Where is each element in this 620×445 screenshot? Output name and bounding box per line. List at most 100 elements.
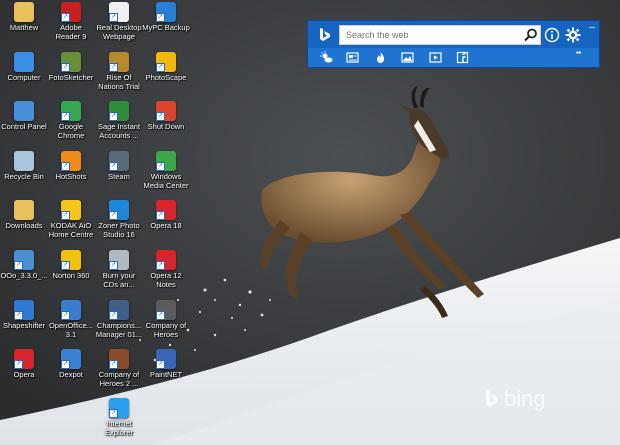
desktop-icon[interactable]: ↗Champions... Manager 01... <box>95 298 143 344</box>
steam-icon: ↗ <box>109 151 129 171</box>
desktop-icon[interactable]: ↗Shut Down <box>142 99 190 145</box>
shortcut-arrow-icon: ↗ <box>61 211 70 220</box>
desktop-icon[interactable]: ↗Adobe Reader 9 <box>47 0 95 46</box>
desktop-icon[interactable]: ↗MyPC Backup <box>142 0 190 46</box>
desktop-icon[interactable]: ↗KODAK AiO Home Centre <box>47 198 95 244</box>
bing-watermark-logo-icon <box>484 388 500 412</box>
desktop-icon[interactable]: ↗Shapeshifter <box>0 298 48 344</box>
shortcut-arrow-icon: ↗ <box>14 360 23 369</box>
gear-icon[interactable] <box>565 27 581 43</box>
desktop-icon[interactable]: ↗Dexpot <box>47 347 95 393</box>
videos-icon[interactable] <box>429 51 442 64</box>
shortcut-arrow-icon: ↗ <box>156 13 165 22</box>
shortcut-arrow-icon: ↗ <box>156 63 165 72</box>
desktop-icon-label: Dexpot <box>47 370 95 379</box>
shortcut-arrow-icon: ↗ <box>61 311 70 320</box>
zoner-icon: ↗ <box>109 200 129 220</box>
openoffice-icon: ↗ <box>61 300 81 320</box>
desktop-icon-label: KODAK AiO Home Centre <box>47 221 95 239</box>
info-icon[interactable] <box>544 27 560 43</box>
desktop-icon[interactable]: ↗Zoner Photo Studio 16 <box>95 198 143 244</box>
desktop-icon-label: Rise Of Nations Trial <box>95 73 143 91</box>
computer-icon <box>14 52 34 72</box>
shortcut-arrow-icon: ↗ <box>109 13 118 22</box>
adobe-reader-icon: ↗ <box>61 2 81 22</box>
desktop-icon-label: Matthew <box>0 23 48 32</box>
news-icon[interactable] <box>346 51 359 64</box>
desktop-icon-label: Google Chrome <box>47 122 95 140</box>
search-icon[interactable] <box>522 26 540 44</box>
downloads-folder-icon <box>14 200 34 220</box>
desktop-icon[interactable]: ↗Real Desktop Webpage <box>95 0 143 46</box>
desktop-icon[interactable]: ↗Company of Heroes <box>142 298 190 344</box>
desktop-icon-label: Zoner Photo Studio 16 <box>95 221 143 239</box>
shortcut-arrow-icon: ↗ <box>14 261 23 270</box>
desktop-icon-label: FotoSketcher <box>47 73 95 82</box>
images-icon[interactable] <box>401 51 414 64</box>
desktop-icon[interactable]: ↗Opera <box>0 347 48 393</box>
shortcut-arrow-icon: ↗ <box>109 162 118 171</box>
shortcut-arrow-icon: ↗ <box>156 360 165 369</box>
desktop-icon-label: Opera 12 Notes <box>142 271 190 289</box>
shortcut-arrow-icon: ↗ <box>156 261 165 270</box>
facebook-icon[interactable] <box>456 51 469 64</box>
more-options-button[interactable]: ••• <box>576 50 580 57</box>
recycle-bin-icon <box>14 151 34 171</box>
shortcut-arrow-icon: ↗ <box>109 112 118 121</box>
desktop-icon[interactable]: ↗Google Chrome <box>47 99 95 145</box>
shut-down-icon: ↗ <box>156 101 176 121</box>
desktop-icon[interactable]: ↗Rise Of Nations Trial <box>95 50 143 96</box>
shortcut-arrow-icon: ↗ <box>61 63 70 72</box>
desktop-icon[interactable]: Control Panel <box>0 99 48 145</box>
desktop-icon[interactable]: ↗PaintNET <box>142 347 190 393</box>
shortcut-arrow-icon: ↗ <box>109 360 118 369</box>
hotshots-icon: ↗ <box>61 151 81 171</box>
desktop-icon[interactable]: ↗Steam <box>95 149 143 195</box>
desktop-icon[interactable]: ↗PhotoScape <box>142 50 190 96</box>
desktop-icon[interactable]: ↗OOo_3.3.0_... <box>0 248 48 294</box>
desktop-icon[interactable]: ↗Norton 360 <box>47 248 95 294</box>
desktop-icon-label: HotShots <box>47 172 95 181</box>
desktop-icon-label: Opera 18 <box>142 221 190 230</box>
weather-icon[interactable] <box>320 51 333 64</box>
desktop-icon[interactable]: ↗Opera 12 Notes <box>142 248 190 294</box>
desktop-icon[interactable]: Computer <box>0 50 48 96</box>
desktop-icon[interactable]: Recycle Bin <box>0 149 48 195</box>
desktop-icon-label: OpenOffice... 3.1 <box>47 321 95 339</box>
desktop-icon[interactable]: ↗Opera 18 <box>142 198 190 244</box>
control-panel-icon <box>14 101 34 121</box>
desktop-icon[interactable]: ↗FotoSketcher <box>47 50 95 96</box>
desktop-icon[interactable]: ↗OpenOffice... 3.1 <box>47 298 95 344</box>
desktop-icon[interactable]: ↗Burn your CDs an... <box>95 248 143 294</box>
desktop-icon-label: PaintNET <box>142 370 190 379</box>
chrome-icon: ↗ <box>61 101 81 121</box>
trending-icon[interactable] <box>374 51 387 64</box>
desktop-icon[interactable]: ↗HotShots <box>47 149 95 195</box>
desktop-icon-label: Company of Heroes 2 ... <box>95 370 143 388</box>
bing-logo-icon[interactable] <box>316 26 334 44</box>
desktop-icon-label: Burn your CDs an... <box>95 271 143 289</box>
desktop-icon[interactable]: ↗Internet Explorer <box>95 396 143 442</box>
desktop-icon-label: OOo_3.3.0_... <box>0 271 48 280</box>
bing-search-input[interactable] <box>339 25 541 45</box>
company-of-heroes-icon: ↗ <box>156 300 176 320</box>
desktop-icon[interactable]: Matthew <box>0 0 48 46</box>
shortcut-arrow-icon: ↗ <box>109 409 118 418</box>
photoscape-icon: ↗ <box>156 52 176 72</box>
desktop-icon[interactable]: ↗Sage Instant Accounts ... <box>95 99 143 145</box>
desktop-icon-label: Real Desktop Webpage <box>95 23 143 41</box>
desktop-icon[interactable]: Downloads <box>0 198 48 244</box>
rise-of-nations-icon: ↗ <box>109 52 129 72</box>
shapeshifter-icon: ↗ <box>14 300 34 320</box>
opera-notes-icon: ↗ <box>156 250 176 270</box>
desktop-icon-label: Computer <box>0 73 48 82</box>
fotosketcher-icon: ↗ <box>61 52 81 72</box>
desktop-icon-label: Company of Heroes <box>142 321 190 339</box>
desktop-icon-label: Champions... Manager 01... <box>95 321 143 339</box>
desktop-icon[interactable]: ↗Windows Media Center <box>142 149 190 195</box>
desktop-icon[interactable]: ↗Company of Heroes 2 ... <box>95 347 143 393</box>
bing-watermark-text: bing <box>504 386 546 412</box>
user-folder-icon <box>14 2 34 22</box>
minimize-button[interactable]: – <box>586 23 598 35</box>
desktop-icon-label: MyPC Backup <box>142 23 190 32</box>
